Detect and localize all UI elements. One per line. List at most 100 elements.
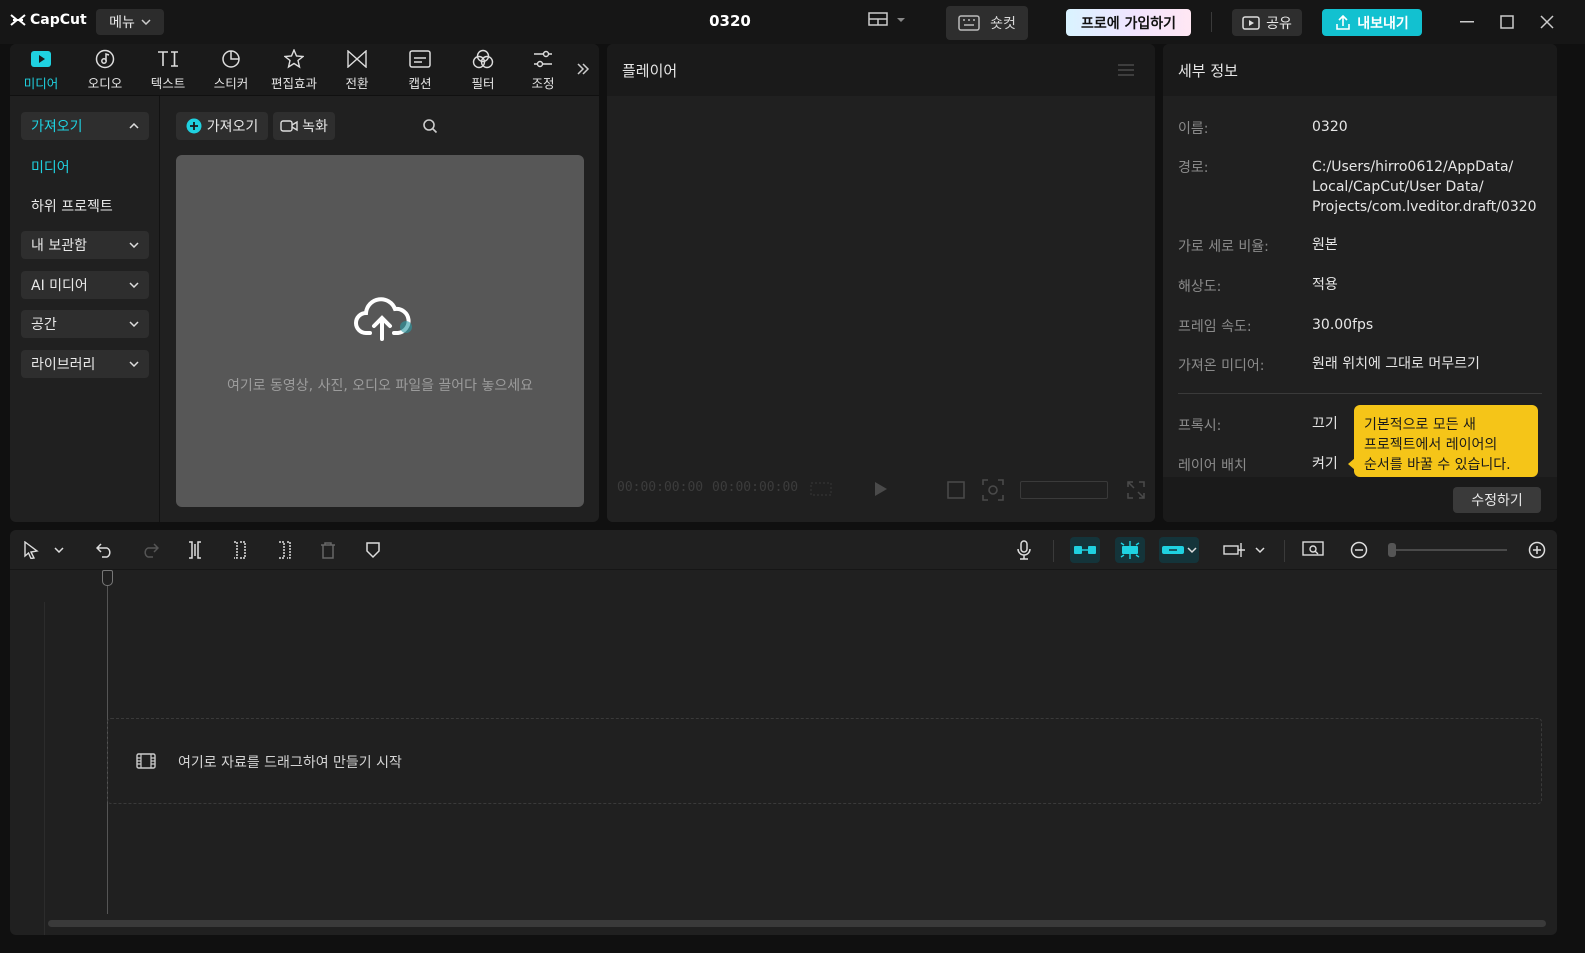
- select-tool-dropdown[interactable]: [54, 540, 64, 560]
- detail-label-path: 경로:: [1178, 160, 1209, 176]
- redo-button[interactable]: [141, 540, 159, 560]
- tab-label: 편집효과: [270, 76, 317, 91]
- chevron-down-icon: [54, 547, 64, 553]
- microphone-icon: [1017, 540, 1031, 560]
- preview-zoom-button[interactable]: [1302, 540, 1324, 560]
- join-pro-button[interactable]: 프로에 가입하기: [1066, 9, 1191, 36]
- detail-value-proxy: 끄기: [1312, 416, 1338, 432]
- filter-icon: [472, 49, 494, 69]
- volume-bar[interactable]: [1020, 481, 1108, 499]
- sidebar-item-media[interactable]: 미디어: [31, 157, 70, 177]
- chevron-down-icon: [129, 242, 139, 248]
- edit-button[interactable]: 수정하기: [1453, 487, 1541, 513]
- media-dropzone[interactable]: 여기로 동영상, 사진, 오디오 파일을 끌어다 놓으세요: [176, 155, 584, 507]
- marker-button[interactable]: [365, 540, 381, 560]
- focus-icon: [982, 479, 1004, 501]
- zoom-slider-track[interactable]: [1393, 549, 1507, 551]
- cursor-icon: [24, 541, 39, 559]
- fullscreen-button[interactable]: [1127, 481, 1145, 499]
- film-icon: [136, 753, 156, 769]
- zoom-out-icon: [1350, 541, 1368, 559]
- sidebar-group-library[interactable]: 라이브러리: [21, 350, 149, 378]
- zoom-in-icon: [1528, 541, 1546, 559]
- detail-value-frame-rate: 30.00fps: [1312, 317, 1374, 333]
- tool-tabs: 미디어 오디오 텍스트 스티커 편집효과 전환 캡션 필터 조정: [10, 44, 599, 96]
- detail-label-frame-rate: 프레임 속도:: [1178, 319, 1252, 335]
- sidebar-group-ai-media[interactable]: AI 미디어: [21, 271, 149, 299]
- tooltip-line: 순서를 바꿀 수 있습니다.: [1364, 457, 1511, 473]
- shortcut-button[interactable]: 숏컷: [946, 6, 1028, 40]
- zoom-slider-handle[interactable]: [1388, 543, 1396, 557]
- double-chevron-right-icon: [577, 63, 590, 75]
- tab-sticker[interactable]: 스티커: [203, 48, 259, 94]
- media-sidebar: 가져오기 미디어 하위 프로젝트 내 보관함 AI 미디어 공간 라이브러리: [10, 96, 160, 522]
- zoom-in-button[interactable]: [1528, 540, 1546, 560]
- detail-label-imported-media: 가져온 미디어:: [1178, 358, 1265, 374]
- details-panel: 세부 정보 이름: 0320 경로: C:/Users/hirro0612/Ap…: [1163, 44, 1557, 522]
- snap-icon: [1120, 541, 1140, 559]
- close-button[interactable]: [1537, 12, 1557, 32]
- sticker-icon: [222, 50, 240, 68]
- adjust-icon: [534, 50, 552, 68]
- layer-order-tooltip: 기본적으로 모든 새 프로젝트에서 레이어의 순서를 바꿀 수 있습니다.: [1354, 405, 1538, 477]
- split-button[interactable]: [187, 540, 203, 560]
- detail-value-name: 0320: [1312, 119, 1348, 135]
- delete-right-button[interactable]: [276, 540, 292, 560]
- keyboard-icon: [958, 15, 980, 31]
- sidebar-item-subproject[interactable]: 하위 프로젝트: [31, 196, 113, 216]
- record-button[interactable]: 녹화: [273, 112, 335, 140]
- app-name: CapCut: [30, 12, 87, 28]
- ratio-button[interactable]: [947, 481, 965, 499]
- screenshot-button[interactable]: [982, 479, 1004, 501]
- player-canvas: [607, 96, 1155, 522]
- playhead-handle[interactable]: [102, 570, 113, 586]
- select-tool-button[interactable]: [23, 540, 39, 560]
- tab-adjust[interactable]: 조정: [517, 48, 569, 94]
- tab-text[interactable]: 텍스트: [140, 48, 196, 94]
- zoom-out-button[interactable]: [1350, 540, 1368, 560]
- minimize-button[interactable]: [1457, 12, 1477, 32]
- tab-effects[interactable]: 편집효과: [266, 48, 322, 94]
- fullscreen-icon: [1127, 481, 1145, 499]
- main-track-dropzone[interactable]: 여기로 자료를 드래그하여 만들기 시작: [107, 718, 1542, 804]
- title-bar: CapCut 메뉴 0320 숏컷 프로에 가입하기 공유 내보내기: [0, 0, 1585, 44]
- sidebar-group-my-storage[interactable]: 내 보관함: [21, 231, 149, 259]
- main-track-magnet-button[interactable]: [1070, 537, 1100, 563]
- player-menu-button[interactable]: [1117, 64, 1135, 76]
- play-button[interactable]: [874, 481, 888, 497]
- effects-icon: [284, 49, 304, 69]
- export-button[interactable]: 내보내기: [1322, 9, 1422, 36]
- timeline-toolbar: [10, 530, 1557, 570]
- record-audio-button[interactable]: [1016, 540, 1032, 560]
- app-logo: CapCut: [10, 12, 87, 28]
- timeline-drop-hint: 여기로 자료를 드래그하여 만들기 시작: [178, 755, 402, 771]
- sidebar-group-import[interactable]: 가져오기: [21, 112, 149, 140]
- search-button[interactable]: [422, 118, 438, 134]
- import-button[interactable]: 가져오기: [176, 112, 268, 140]
- share-button[interactable]: 공유: [1232, 9, 1302, 36]
- tab-media[interactable]: 미디어: [13, 48, 69, 94]
- tab-audio[interactable]: 오디오: [77, 48, 133, 94]
- auto-snap-button[interactable]: [1115, 537, 1145, 563]
- delete-left-button[interactable]: [232, 540, 248, 560]
- detail-label-proxy: 프록시:: [1178, 418, 1222, 434]
- preview-axis-button[interactable]: [1223, 540, 1265, 560]
- layout-button[interactable]: [868, 12, 906, 28]
- undo-button[interactable]: [96, 540, 114, 560]
- timeline-horizontal-scrollbar[interactable]: [48, 920, 1546, 927]
- tab-transition[interactable]: 전환: [329, 48, 385, 94]
- path-line: C:/Users/hirro0612/AppData/: [1312, 159, 1514, 175]
- more-tabs-button[interactable]: [576, 62, 590, 76]
- tab-filter[interactable]: 필터: [455, 48, 511, 94]
- maximize-button[interactable]: [1497, 12, 1517, 32]
- tab-label: 캡션: [408, 76, 432, 91]
- menu-button[interactable]: 메뉴: [96, 9, 164, 35]
- chevron-down-icon: [141, 19, 151, 25]
- chevron-up-icon: [129, 123, 139, 129]
- share-label: 공유: [1266, 15, 1292, 32]
- sidebar-group-space[interactable]: 공간: [21, 310, 149, 338]
- delete-button[interactable]: [320, 540, 336, 560]
- plus-circle-icon: [186, 118, 202, 134]
- linkage-button[interactable]: [1159, 537, 1199, 563]
- tab-caption[interactable]: 캡션: [392, 48, 448, 94]
